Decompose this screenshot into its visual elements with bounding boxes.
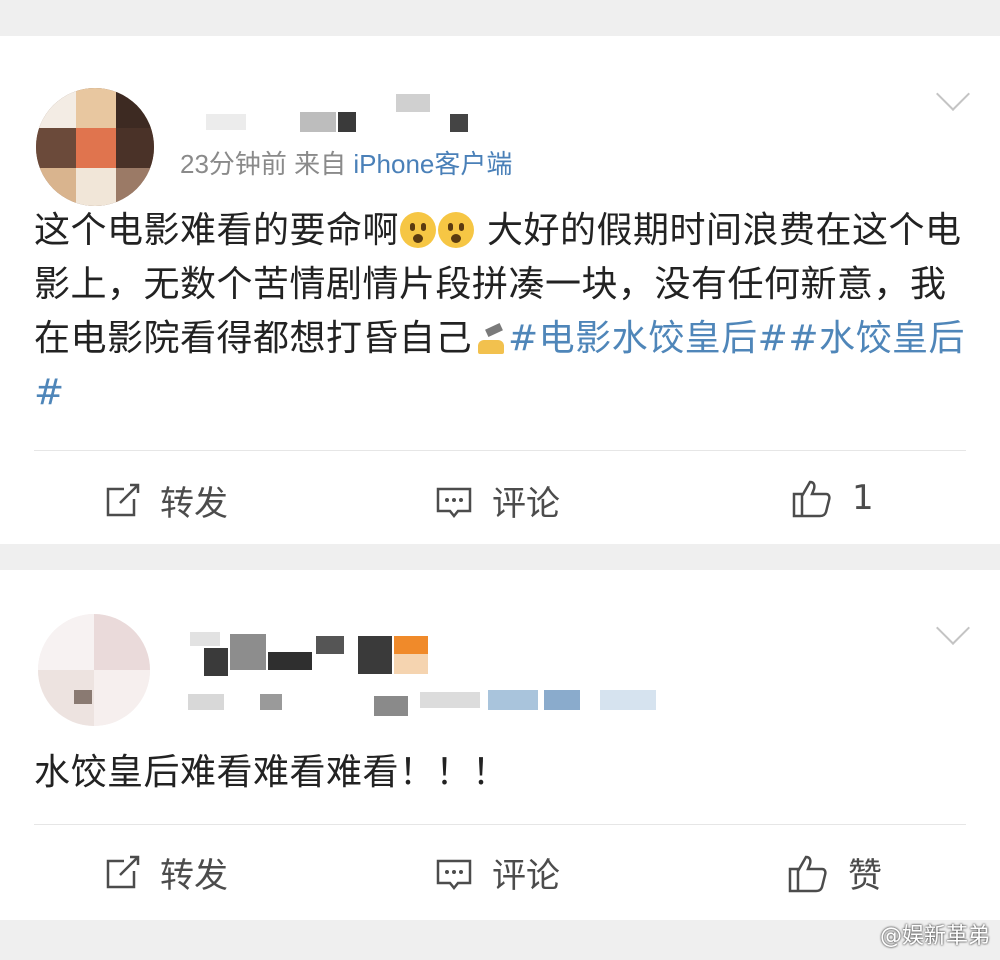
repost-icon [106,855,140,888]
shocked-face-emoji-icon [400,212,437,248]
like-button[interactable]: 1 [790,476,874,520]
post-time: 23分钟前 [180,149,287,179]
watermark: @娱新革弟 [879,924,990,949]
repost-label: 转发 [160,856,228,896]
post-from: 来自 [294,149,347,179]
post-source[interactable]: iPhone客户端 [353,149,512,179]
repost-label: 转发 [160,484,228,524]
like-label: 赞 [848,856,882,896]
hammer-emoji-icon [472,324,508,354]
thumbs-up-icon [792,480,831,518]
comment-button[interactable]: 评论 [434,476,560,525]
post-card-2: 水饺皇后难看难看难看！！！ 转发 评论 赞 [0,570,1000,920]
post-card-1: 23分钟前 来自 iPhone客户端 这个电影难看的要命啊 大好的假期时间浪费在… [0,36,1000,544]
divider [34,450,966,451]
post-meta: 23分钟前 来自 iPhone客户端 [180,144,512,181]
like-count: 1 [852,478,874,518]
post-text-run: 这个电影难看的要命啊 [34,210,400,251]
repost-icon [106,483,140,516]
comment-icon [436,487,472,518]
repost-button[interactable]: 转发 [102,476,228,525]
avatar[interactable] [38,614,150,726]
divider [34,824,966,825]
avatar[interactable] [36,88,154,206]
chevron-down-icon[interactable] [936,611,970,645]
comment-label: 评论 [492,856,560,896]
comment-label: 评论 [492,484,560,524]
chevron-down-icon[interactable] [936,77,970,111]
shocked-face-emoji-icon [438,212,475,248]
post-text: 这个电影难看的要命啊 大好的假期时间浪费在这个电影上，无数个苦情剧情片段拼凑一块… [34,204,974,420]
comment-button[interactable]: 评论 [434,848,560,897]
like-button[interactable]: 赞 [786,848,882,897]
comment-icon [436,859,472,890]
repost-button[interactable]: 转发 [102,848,228,897]
post-text: 水饺皇后难看难看难看！！！ [34,752,509,793]
thumbs-up-icon [788,855,827,892]
